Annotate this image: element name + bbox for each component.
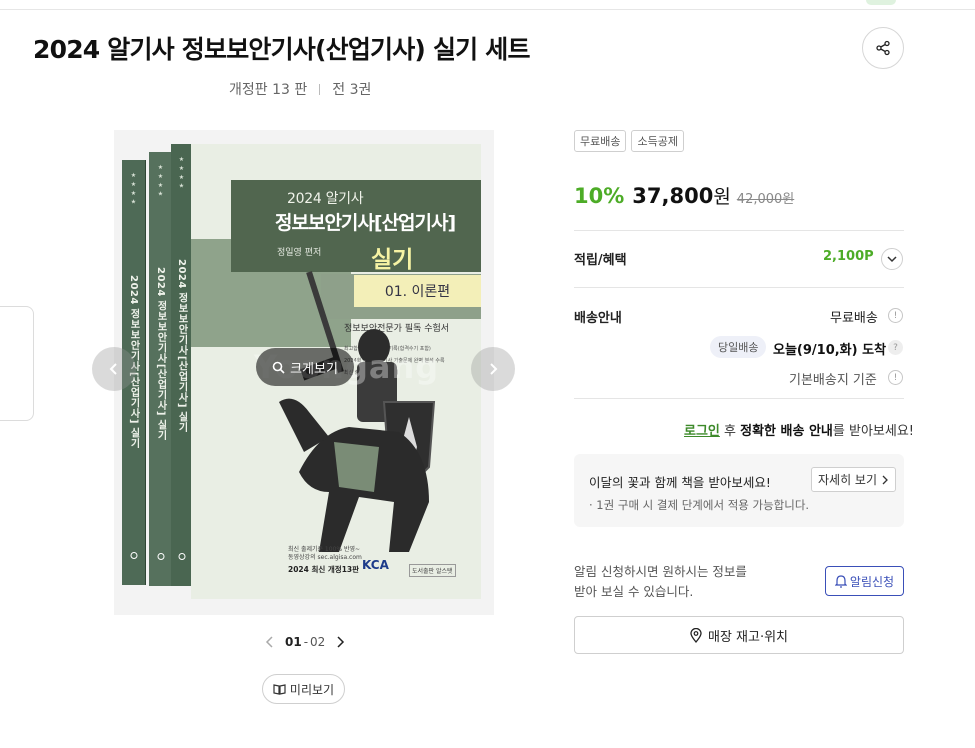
top-decoration <box>866 0 896 5</box>
bell-icon <box>834 574 847 588</box>
divider <box>574 230 904 231</box>
preview-label: 미리보기 <box>289 682 335 697</box>
cover-edition: 2024 최신 개정13판 <box>288 565 360 574</box>
alarm-subscribe-button[interactable]: 알림신청 <box>825 566 904 596</box>
discount-rate: 10% <box>574 184 625 208</box>
shipping-free-text: 무료배송 <box>830 311 878 326</box>
promo-box: 이달의 꽃과 함께 책을 받아보세요! 자세히 보기 · 1권 구매 시 결제 … <box>574 454 904 527</box>
login-notice: 로그인 후 정확한 배송 안내를 받아보세요! <box>684 424 915 439</box>
spine-logo-icon <box>178 553 185 560</box>
spine-logo-icon <box>130 552 137 559</box>
promo-title: 이달의 꽃과 함께 책을 받아보세요! <box>589 475 771 490</box>
edition-text: 개정판 13 판 <box>229 82 308 98</box>
top-border <box>0 9 975 10</box>
prev-image-button[interactable] <box>92 347 136 391</box>
spine-title-2: 2024 정보보안기사[산업기사] 실기 <box>155 267 166 441</box>
book-spine-2: ★ ★ ★ ★ 2024 정보보안기사[산업기사] 실기 <box>149 152 173 586</box>
book-icon <box>273 684 286 695</box>
chevron-right-icon <box>882 475 888 484</box>
badge-free-shipping: 무료배송 <box>574 130 627 152</box>
info-icon[interactable]: ! <box>888 308 903 323</box>
divider <box>574 287 904 288</box>
product-title: 2024 알기사 정보보안기사(산업기사) 실기 세트 <box>33 35 530 64</box>
cover-publisher: 도서출판 알스탯 <box>409 564 456 577</box>
share-button[interactable] <box>862 27 904 69</box>
same-day-badge: 당일배송 <box>710 336 767 358</box>
image-pager: 01 - 02 <box>265 635 345 649</box>
pager-prev-icon[interactable] <box>265 636 275 648</box>
subinfo-separator <box>319 83 321 95</box>
volumes-text: 전 3권 <box>332 82 372 98</box>
price-block: 10% 37,800 원 42,000원 <box>574 182 794 209</box>
book-spine-3: ★ ★ ★ ★ 2024 정보보안기사[산업기사] 실기 <box>171 144 193 586</box>
pager-total: 02 <box>310 635 326 649</box>
knight-illustration <box>279 271 436 552</box>
original-price: 42,000원 <box>736 192 795 207</box>
spine-logo-icon <box>157 553 164 560</box>
spine-title-3: 2024 정보보안기사[산업기사] 실기 <box>176 259 187 433</box>
promo-note: · 1권 구매 시 결제 단계에서 적용 가능합니다. <box>589 498 810 512</box>
arrival-date: 오늘(9/10,화) 도착 <box>773 343 887 358</box>
badge-tax-deduction: 소득공제 <box>631 130 684 152</box>
benefits-expand-button[interactable] <box>881 248 903 270</box>
cover-footer: 최신 출제기준 100% 반영~ 동영상강의 sec.algisa.com <box>288 546 362 561</box>
side-panel-edge[interactable] <box>0 306 34 421</box>
points-value: 2,100P <box>823 249 874 264</box>
kca-logo: KCA <box>362 558 389 572</box>
zoom-button[interactable]: 크게보기 <box>256 348 354 386</box>
store-stock-button[interactable]: 매장 재고·위치 <box>574 616 904 654</box>
cover-main-title: 정보보안기사[산업기사] <box>275 212 456 234</box>
help-icon[interactable]: ? <box>888 340 903 355</box>
zoom-label: 크게보기 <box>290 361 338 377</box>
pager-next-icon[interactable] <box>335 636 345 648</box>
sale-price: 37,800 <box>632 184 714 208</box>
chevron-right-icon <box>490 363 498 375</box>
info-icon[interactable]: ! <box>888 370 903 385</box>
benefits-label: 적립/혜택 <box>574 253 627 268</box>
shipping-label: 배송안내 <box>574 311 622 326</box>
search-icon <box>272 361 285 374</box>
preview-button[interactable]: 미리보기 <box>262 674 345 704</box>
location-pin-icon <box>690 627 702 643</box>
login-link[interactable]: 로그인 <box>684 424 720 439</box>
badge-list: 무료배송 소득공제 <box>574 130 684 152</box>
promo-detail-button[interactable]: 자세히 보기 <box>811 467 897 492</box>
product-subinfo: 개정판 13 판 전 3권 <box>229 79 371 99</box>
chevron-down-icon <box>887 255 897 262</box>
alarm-text: 알림 신청하시면 원하시는 정보를 받아 보실 수 있습니다. <box>574 564 747 599</box>
divider <box>574 398 904 399</box>
pager-current: 01 <box>285 635 302 649</box>
next-image-button[interactable] <box>471 347 515 391</box>
currency-unit: 원 <box>713 186 731 208</box>
default-address-text: 기본배송지 기준 <box>789 373 877 388</box>
chevron-left-icon <box>109 363 117 375</box>
share-icon <box>876 40 890 56</box>
cover-series: 2024 알기사 <box>287 191 364 207</box>
pager-separator: - <box>303 635 309 649</box>
